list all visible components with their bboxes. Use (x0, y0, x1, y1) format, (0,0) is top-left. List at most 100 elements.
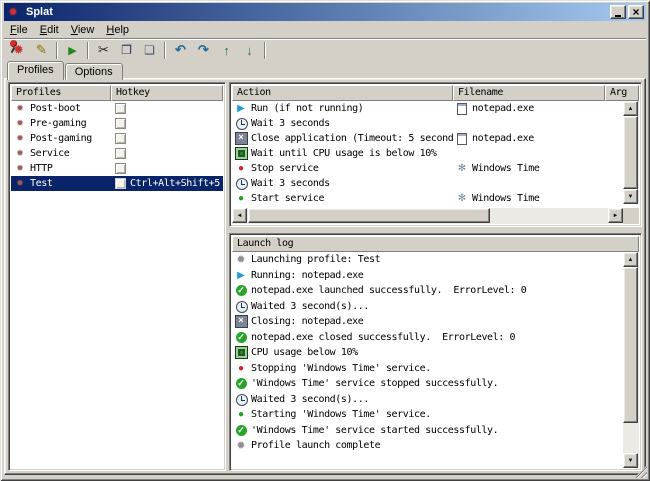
hotkey-icon (113, 162, 127, 175)
log-text: Profile launch complete (251, 440, 380, 451)
action-row[interactable]: Wait 3 seconds (232, 116, 623, 131)
profiles-tab-page: Profiles Hotkey Post-boot Pre-gaming Pos… (4, 78, 646, 475)
log-vscrollbar[interactable] (623, 252, 639, 468)
action-label: Start service (251, 193, 324, 204)
profile-name: Pre-gaming (30, 118, 86, 129)
log-entry[interactable]: Starting 'Windows Time' service. (232, 407, 623, 423)
action-row[interactable]: Start service Windows Time (232, 191, 623, 204)
log-entry[interactable]: Waited 3 second(s)... (232, 392, 623, 408)
profile-hotkey: Ctrl+Alt+Shift+5 (130, 178, 220, 189)
log-text: Starting 'Windows Time' service. (251, 409, 431, 420)
pin-icon (272, 42, 290, 58)
run-icon (234, 102, 248, 115)
log-entry[interactable]: Closing: notepad.exe (232, 314, 623, 330)
scroll-thumb[interactable] (623, 267, 638, 423)
profile-name: Test (30, 178, 52, 189)
tab-options[interactable]: Options (65, 63, 123, 80)
scroll-down-button[interactable] (623, 453, 638, 468)
action-row[interactable]: Stop service Windows Time (232, 161, 623, 176)
app-icon[interactable] (6, 6, 20, 19)
launch-log: Launch log Launching profile: Test Runni… (229, 233, 642, 471)
log-text: CPU usage below 10% (251, 347, 358, 358)
log-entry[interactable]: Running: notepad.exe (232, 268, 623, 284)
profile-row-service[interactable]: Service (11, 146, 223, 161)
log-entry[interactable]: Waited 3 second(s)... (232, 299, 623, 315)
action-row[interactable]: Close application (Timeout: 5 seconds) n… (232, 131, 623, 146)
profile-row-post-gaming[interactable]: Post-gaming (11, 131, 223, 146)
window-title: Splat (26, 6, 608, 18)
menu-view[interactable]: View (65, 23, 101, 37)
redo-button[interactable] (192, 40, 215, 61)
profile-row-pre-gaming[interactable]: Pre-gaming (11, 116, 223, 131)
menu-file[interactable]: File (4, 23, 34, 37)
scroll-up-button[interactable] (623, 252, 638, 267)
wait-icon (234, 393, 248, 406)
log-entry[interactable]: 'Windows Time' service stopped successfu… (232, 376, 623, 392)
app-window: Splat File Edit View Help Profiles Optio… (0, 0, 650, 481)
log-header: Launch log (232, 236, 639, 252)
log-entry[interactable]: notepad.exe launched successfully. Error… (232, 283, 623, 299)
scroll-right-button[interactable] (608, 208, 623, 223)
column-header-profiles[interactable]: Profiles (11, 85, 111, 101)
scroll-thumb[interactable] (623, 116, 638, 189)
column-header-action[interactable]: Action (232, 85, 453, 101)
scroll-up-button[interactable] (623, 101, 638, 116)
scroll-thumb[interactable] (248, 208, 490, 223)
log-text: 'Windows Time' service stopped successfu… (251, 378, 498, 389)
log-text: Running: notepad.exe (251, 270, 363, 281)
edit-profile-icon (33, 42, 51, 58)
move-up-button[interactable] (215, 40, 238, 61)
stop-service-icon (234, 362, 248, 375)
action-row[interactable]: Wait until CPU usage is below 10% (232, 146, 623, 161)
profile-row-http[interactable]: HTTP (11, 161, 223, 176)
scroll-down-button[interactable] (623, 189, 638, 204)
wait-icon (234, 117, 248, 130)
undo-button[interactable] (169, 40, 192, 61)
close-app-icon (234, 132, 248, 145)
action-label: Stop service (251, 163, 318, 174)
actions-vscrollbar[interactable] (623, 101, 639, 204)
close-button[interactable] (628, 5, 644, 19)
column-header-filename[interactable]: Filename (453, 85, 605, 101)
tabstrip: Profiles Options (7, 61, 124, 80)
log-text: Waited 3 second(s)... (251, 394, 369, 405)
toolbar-separator (56, 42, 58, 59)
log-text: Stopping 'Windows Time' service. (251, 363, 431, 374)
column-header-arguments[interactable]: Arg (605, 85, 639, 101)
profile-row-test[interactable]: Test Ctrl+Alt+Shift+5 (11, 176, 223, 191)
profile-row-post-boot[interactable]: Post-boot (11, 101, 223, 116)
tab-profiles[interactable]: Profiles (7, 61, 64, 80)
action-row[interactable]: Run (if not running) notepad.exe (232, 101, 623, 116)
profiles-list: Profiles Hotkey Post-boot Pre-gaming Pos… (8, 82, 226, 471)
log-entry[interactable]: Profile launch complete (232, 438, 623, 454)
log-entry[interactable]: Launching profile: Test (232, 252, 623, 268)
titlebar[interactable]: Splat (4, 3, 646, 21)
filename-label: Windows Time (472, 193, 539, 204)
log-entry[interactable]: CPU usage below 10% (232, 345, 623, 361)
wait-icon (234, 177, 248, 190)
paste-button[interactable] (138, 40, 161, 61)
actions-hscrollbar[interactable] (232, 208, 623, 224)
cut-button[interactable] (92, 40, 115, 61)
scroll-left-button[interactable] (232, 208, 247, 223)
copy-button[interactable] (115, 40, 138, 61)
hotkey-icon (113, 132, 127, 145)
column-header-hotkey[interactable]: Hotkey (111, 85, 223, 101)
log-entry[interactable]: Stopping 'Windows Time' service. (232, 361, 623, 377)
menu-help[interactable]: Help (100, 23, 135, 37)
minimize-icon (611, 6, 625, 19)
move-down-button[interactable] (238, 40, 261, 61)
log-entry[interactable]: notepad.exe closed successfully. ErrorLe… (232, 330, 623, 346)
success-icon (234, 424, 248, 437)
action-row[interactable]: Wait 3 seconds (232, 176, 623, 191)
cpu-icon (234, 346, 248, 359)
menu-edit[interactable]: Edit (34, 23, 65, 37)
success-icon (234, 331, 248, 344)
minimize-button[interactable] (610, 5, 626, 19)
scrollbar-corner (623, 208, 639, 224)
edit-profile-button[interactable] (30, 40, 53, 61)
log-entry[interactable]: 'Windows Time' service started successfu… (232, 423, 623, 439)
always-on-top-button[interactable] (269, 40, 292, 61)
profile-icon (13, 132, 27, 145)
launch-profile-button[interactable] (61, 40, 84, 61)
